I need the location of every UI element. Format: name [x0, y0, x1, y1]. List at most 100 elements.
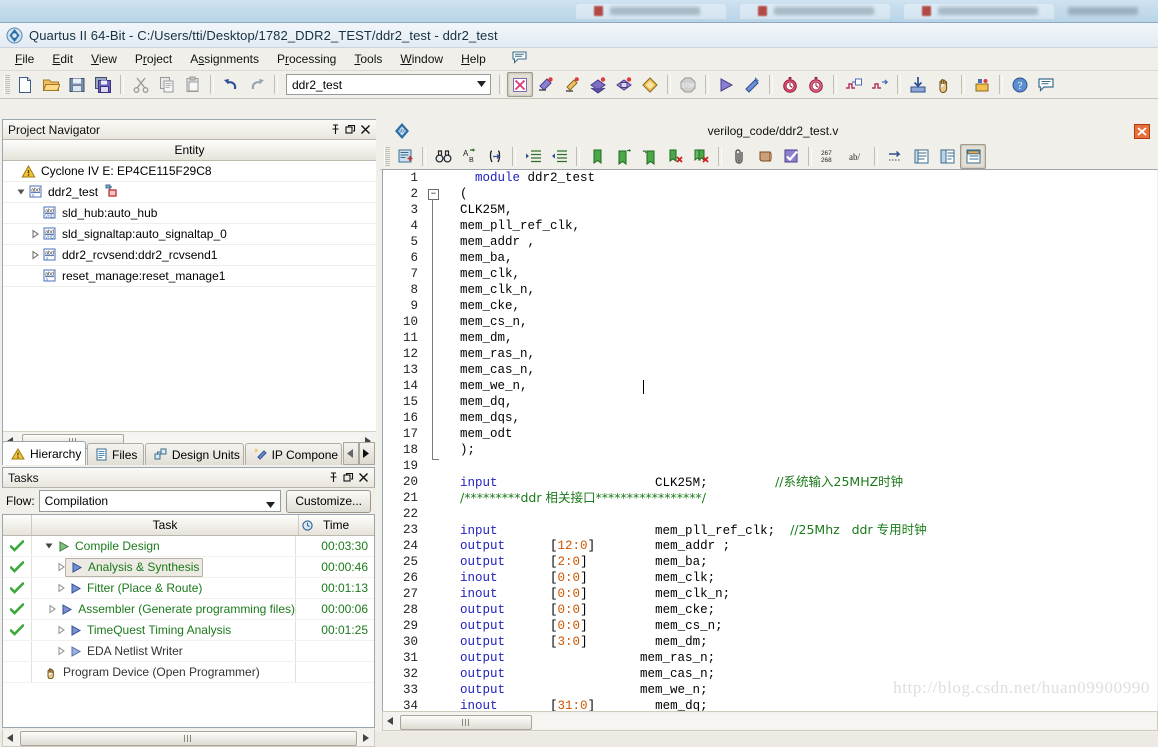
stop-processing-button[interactable]: STOP — [675, 72, 701, 97]
analysis-synthesis-button[interactable] — [533, 72, 559, 97]
tree-item-device[interactable]: Cyclone IV E: EP4CE115F29C8 — [3, 161, 376, 182]
menu-project[interactable]: Project — [126, 50, 181, 68]
tree-item-sld-signaltap[interactable]: abd VHD sld_signaltap:auto_signaltap_0 — [3, 224, 376, 245]
task-column-header[interactable]: Task — [32, 515, 299, 535]
message-balloon-icon[interactable] — [503, 49, 536, 69]
entity-column-header[interactable]: Entity — [3, 140, 376, 161]
code-line[interactable]: mem_ras_n, — [445, 346, 1157, 362]
insert-template-button[interactable] — [392, 144, 418, 169]
assembler-diamond-button[interactable] — [637, 72, 663, 97]
table-row[interactable]: Program Device (Open Programmer) — [3, 662, 374, 683]
code-line[interactable]: ( — [445, 186, 1157, 202]
hscroll-track[interactable] — [398, 713, 1157, 730]
code-line[interactable]: mem_addr , — [445, 234, 1157, 250]
close-icon[interactable] — [1134, 123, 1150, 139]
time-column-header[interactable]: Time — [299, 515, 374, 535]
tree-expander-collapsed[interactable] — [45, 602, 59, 616]
tab-ip-components[interactable]: IP Compone — [244, 443, 342, 465]
program-device-button[interactable] — [931, 72, 957, 97]
table-row[interactable]: TimeQuest Timing Analysis 00:01:25 — [3, 620, 374, 641]
rtl-viewer-button[interactable] — [841, 72, 867, 97]
task-cell[interactable]: Fitter (Place & Route) — [32, 578, 296, 598]
task-cell[interactable]: Program Device (Open Programmer) — [32, 662, 296, 682]
tree-expander-collapsed[interactable] — [28, 248, 42, 262]
task-cell[interactable]: Compile Design — [32, 536, 296, 556]
code-line[interactable]: mem_clk, — [445, 266, 1157, 282]
restore-icon[interactable] — [343, 123, 357, 137]
menu-edit[interactable]: Edit — [43, 50, 82, 68]
bookmark-delete-button[interactable] — [662, 144, 688, 169]
help-question-button[interactable]: ? — [1007, 72, 1033, 97]
code-line[interactable]: inout [0:0] mem_clk; — [445, 570, 1157, 586]
dotted-arrow-button[interactable] — [882, 144, 908, 169]
code-line[interactable]: mem_we_n, — [445, 378, 1157, 394]
code-line[interactable]: output mem_ras_n; — [445, 650, 1157, 666]
bookmark-delete-all-button[interactable] — [688, 144, 714, 169]
code-line[interactable]: output [12:0] mem_addr ; — [445, 538, 1157, 554]
code-line[interactable]: mem_cs_n, — [445, 314, 1157, 330]
tree-item-ddr2-test[interactable]: abd v ddr2_test — [3, 182, 376, 203]
timing-analyzer-button[interactable] — [777, 72, 803, 97]
tab-hierarchy[interactable]: Hierarchy — [2, 441, 87, 465]
ab-slash-button[interactable]: ab/ — [846, 144, 870, 169]
editor-hscrollbar[interactable] — [382, 711, 1158, 731]
code-line[interactable]: CLK25M, — [445, 202, 1157, 218]
start-compilation-button[interactable] — [585, 72, 611, 97]
customize-button[interactable]: Customize... — [286, 489, 371, 513]
table-row[interactable]: Assembler (Generate programming files) 0… — [3, 599, 374, 620]
goto-brace-button[interactable] — [482, 144, 508, 169]
full-panel-button[interactable] — [960, 143, 986, 169]
code-line[interactable]: mem_cas_n, — [445, 362, 1157, 378]
indent-right-button[interactable] — [520, 144, 546, 169]
table-row[interactable]: Compile Design 00:03:30 — [3, 536, 374, 557]
code-line[interactable]: mem_ba, — [445, 250, 1157, 266]
menu-processing[interactable]: Processing — [268, 50, 345, 68]
toolbar-grip[interactable] — [4, 75, 10, 94]
comment-block-button[interactable] — [584, 144, 610, 169]
menu-view[interactable]: View — [82, 50, 126, 68]
binoculars-find-button[interactable] — [430, 144, 456, 169]
code-line[interactable]: mem_clk_n, — [445, 282, 1157, 298]
tab-files[interactable]: Files — [87, 443, 144, 465]
start-button[interactable] — [713, 72, 739, 97]
split-panel-button[interactable] — [934, 144, 960, 169]
tasks-hscrollbar[interactable] — [2, 729, 375, 747]
menu-help[interactable]: Help — [452, 50, 495, 68]
open-folder-button[interactable] — [38, 72, 64, 97]
menu-assignments[interactable]: Assignments — [181, 50, 268, 68]
code-line[interactable] — [445, 458, 1157, 474]
toolbar-grip[interactable] — [384, 146, 390, 166]
code-line[interactable]: /*********ddr 相关接口*****************/ — [445, 490, 1157, 506]
line-number-button[interactable]: 267 268 — [816, 144, 846, 169]
task-cell[interactable]: EDA Netlist Writer — [32, 641, 296, 661]
code-lines[interactable]: module ddr2_test ( CLK25M, mem_pll_ref_c… — [445, 170, 1157, 711]
code-line[interactable]: mem_dqs, — [445, 410, 1157, 426]
hscroll-thumb[interactable] — [20, 731, 357, 746]
hscroll-track[interactable] — [18, 730, 359, 746]
compilation-report-button[interactable] — [507, 72, 533, 97]
code-line[interactable]: mem_dq, — [445, 394, 1157, 410]
code-line[interactable]: input CLK25M; //系统输入25MHZ时钟 — [445, 474, 1157, 490]
new-file-button[interactable] — [12, 72, 38, 97]
tree-item-ddr2-rcvsend[interactable]: abd v ddr2_rcvsend:ddr2_rcvsend1 — [3, 245, 376, 266]
tree-expander-expanded[interactable] — [14, 185, 28, 199]
code-line[interactable]: output [2:0] mem_ba; — [445, 554, 1157, 570]
list-panel-button[interactable] — [908, 144, 934, 169]
save-file-button[interactable] — [64, 72, 90, 97]
menu-file[interactable]: File — [6, 50, 43, 68]
close-icon[interactable] — [356, 471, 370, 485]
start-analysis-button[interactable] — [739, 72, 765, 97]
flow-combo[interactable]: Compilation — [38, 490, 282, 512]
undo-arrow-icon[interactable] — [218, 72, 244, 97]
copy-button[interactable] — [154, 72, 180, 97]
code-line[interactable]: mem_odt — [445, 426, 1157, 442]
code-line[interactable] — [445, 506, 1157, 522]
pin-icon[interactable] — [328, 123, 342, 137]
pin-icon[interactable] — [326, 471, 340, 485]
analysis-elaboration-button[interactable] — [559, 72, 585, 97]
tree-expander-collapsed[interactable] — [54, 581, 68, 595]
code-line[interactable]: output [3:0] mem_dm; — [445, 634, 1157, 650]
code-line[interactable]: mem_dm, — [445, 330, 1157, 346]
tech-map-viewer-button[interactable] — [867, 72, 893, 97]
scroll-right-arrow-icon[interactable] — [359, 730, 374, 745]
